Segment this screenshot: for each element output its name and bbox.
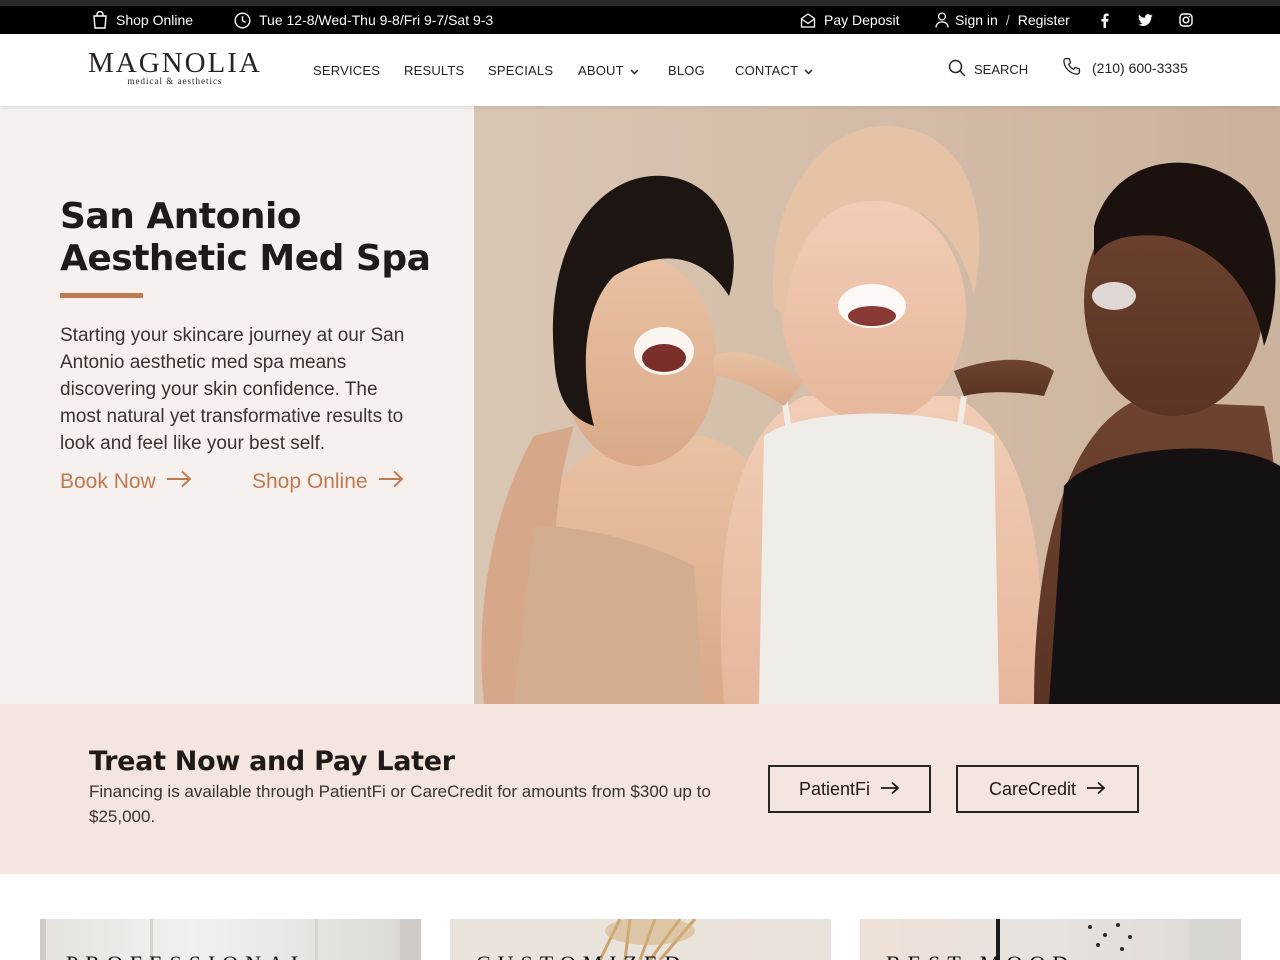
- feature-card-title: PROFESSIONAL: [66, 951, 311, 960]
- arrow-right-icon: [378, 470, 404, 494]
- arrow-right-icon: [1086, 779, 1106, 800]
- utility-bar: Shop Online Tue 12-8/Wed-Thu 9-8/Fri 9-7…: [0, 0, 1280, 34]
- carecredit-button[interactable]: CareCredit: [956, 765, 1139, 813]
- nav-blog[interactable]: BLOG: [668, 60, 705, 80]
- feature-card-customized[interactable]: CUSTOMIZED: [450, 919, 831, 960]
- pay-deposit-label: Pay Deposit: [824, 12, 900, 28]
- register-link[interactable]: Register: [1018, 12, 1070, 28]
- financing-title: Treat Now and Pay Later: [89, 746, 455, 777]
- nav-services[interactable]: SERVICES: [313, 60, 380, 80]
- patientfi-button[interactable]: PatientFi: [768, 765, 931, 813]
- deposit-icon: [800, 12, 816, 29]
- carecredit-label: CareCredit: [988, 778, 1077, 799]
- phone-icon: [1062, 57, 1082, 80]
- shopping-bag-icon: [92, 11, 108, 29]
- sign-in-link[interactable]: Sign in: [955, 12, 998, 28]
- shop-online-label: Shop Online: [116, 12, 194, 28]
- user-icon: [935, 12, 949, 28]
- chevron-down-icon: [804, 63, 813, 78]
- nav-services-label: SERVICES: [313, 62, 381, 78]
- search-label: SEARCH: [974, 61, 1029, 77]
- financing-description: Financing is available through PatientFi…: [89, 782, 711, 826]
- feature-card-title: BEST MOOD: [886, 951, 1075, 960]
- hero-description: Starting your skincare journey at our Sa…: [60, 325, 405, 454]
- phone-link[interactable]: (210) 600-3335: [1062, 56, 1188, 80]
- arrow-right-icon: [166, 470, 192, 494]
- shop-online-link[interactable]: Shop Online: [92, 9, 193, 31]
- twitter-icon[interactable]: [1135, 9, 1155, 31]
- instagram-icon[interactable]: [1176, 9, 1196, 31]
- business-hours: Tue 12-8/Wed-Thu 9-8/Fri 9-7/Sat 9-3: [234, 9, 493, 31]
- book-now-label: Book Now: [60, 470, 156, 493]
- feature-card-title: CUSTOMIZED: [476, 951, 687, 960]
- nav-specials-label: SPECIALS: [488, 62, 554, 78]
- hero-image: [474, 106, 1280, 704]
- nav-contact[interactable]: CONTACT: [735, 60, 813, 80]
- hours-text: Tue 12-8/Wed-Thu 9-8/Fri 9-7/Sat 9-3: [259, 12, 494, 28]
- financing-section: Treat Now and Pay Later Financing is ava…: [0, 704, 1280, 874]
- nav-specials[interactable]: SPECIALS: [488, 60, 553, 80]
- nav-about-label: ABOUT: [578, 62, 624, 78]
- nav-contact-label: CONTACT: [735, 62, 799, 78]
- account-links: Sign in / Register: [935, 9, 1070, 31]
- chevron-down-icon: [630, 63, 639, 78]
- feature-card-best-mood[interactable]: BEST MOOD: [860, 919, 1241, 960]
- hero-shop-online-link[interactable]: Shop Online: [252, 468, 404, 496]
- hero-title: San Antonio Aesthetic Med Spa: [60, 196, 431, 279]
- arrow-right-icon: [880, 779, 900, 800]
- feature-card-professional[interactable]: PROFESSIONAL: [40, 919, 421, 960]
- facebook-icon[interactable]: [1094, 9, 1114, 31]
- phone-number: (210) 600-3335: [1092, 60, 1188, 76]
- logo-wordmark: MAGNOLIA: [88, 47, 262, 79]
- hero-content: San Antonio Aesthetic Med Spa Starting y…: [0, 106, 474, 704]
- clock-icon: [234, 11, 251, 29]
- nav-about[interactable]: ABOUT: [578, 60, 639, 80]
- hero-accent-rule: [60, 293, 143, 298]
- book-now-link[interactable]: Book Now: [60, 468, 192, 496]
- search-icon: [948, 59, 966, 80]
- patientfi-label: PatientFi: [798, 778, 871, 799]
- main-header: MAGNOLIA medical & aesthetics SERVICES R…: [0, 34, 1280, 106]
- pay-deposit-link[interactable]: Pay Deposit: [800, 9, 899, 31]
- nav-results-label: RESULTS: [404, 62, 465, 78]
- nav-blog-label: BLOG: [668, 62, 705, 78]
- hero-shop-online-label: Shop Online: [252, 470, 368, 493]
- site-logo[interactable]: MAGNOLIA medical & aesthetics: [88, 47, 262, 88]
- nav-results[interactable]: RESULTS: [404, 60, 464, 80]
- account-separator: /: [1005, 12, 1010, 28]
- search-button[interactable]: SEARCH: [948, 58, 1028, 80]
